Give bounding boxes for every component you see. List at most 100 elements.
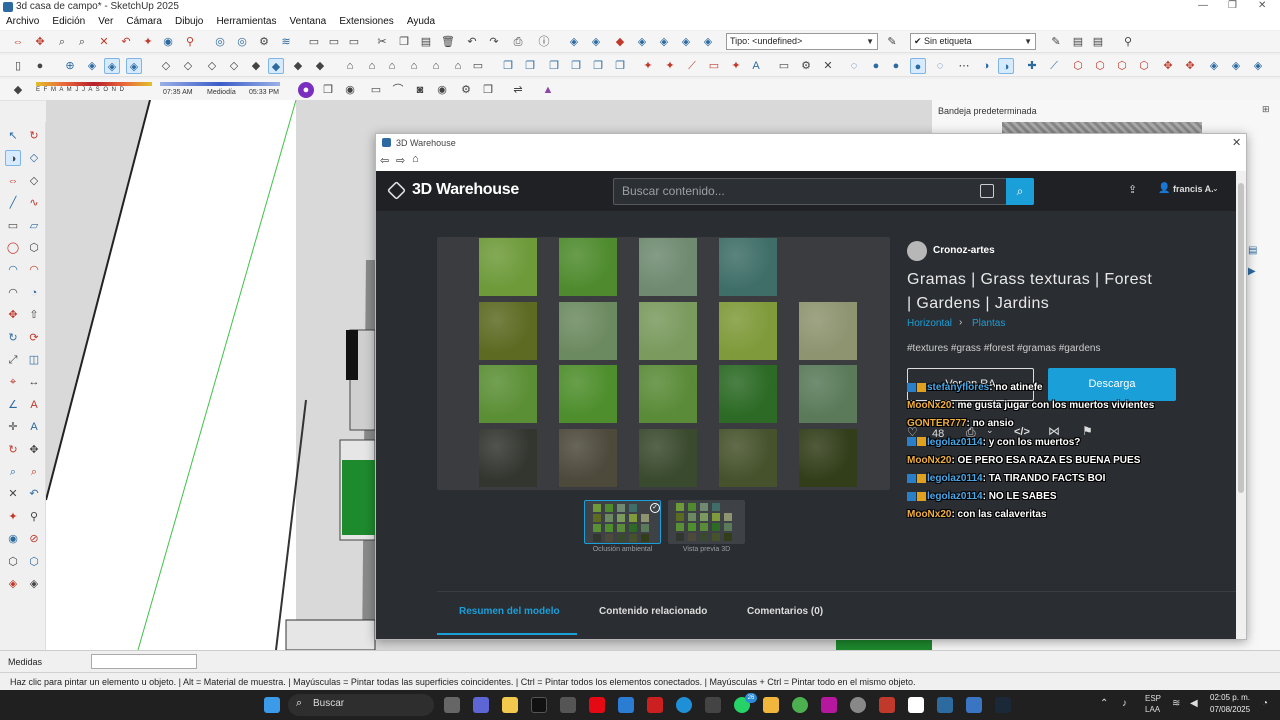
hex-6-icon[interactable]: ✥ [1182,58,1198,74]
circle-icon[interactable]: ◯ [5,240,21,256]
tray-pin-icon[interactable]: ⊞ [1262,104,1270,115]
sketchup-taskbar-icon[interactable] [937,697,953,713]
menu-ventana[interactable]: Ventana [290,14,327,30]
menu-ver[interactable]: Ver [98,14,113,30]
drop-1-icon[interactable]: ◌ [846,58,862,74]
record-icon[interactable]: ◉ [342,82,358,98]
back-icon[interactable]: ⇦ [380,154,389,167]
cam-2-icon[interactable]: ⌒ [390,82,406,98]
zoom-extents-icon[interactable]: ✕ [5,486,21,502]
iso-view-icon[interactable]: ⊕ [62,58,78,74]
undo-icon[interactable]: ↶ [464,34,480,50]
acrobat-icon[interactable] [879,697,895,713]
style5-icon[interactable]: ◈ [656,34,672,50]
vertex-icon[interactable]: ⟋ [1046,58,1062,74]
copy-icon[interactable]: ❐ [396,34,412,50]
paste-icon[interactable]: ▤ [418,34,434,50]
wireframe-icon[interactable]: ◇ [204,58,220,74]
app-icon-4[interactable] [821,697,837,713]
ext-4-icon[interactable]: ▭ [706,58,722,74]
house-3-icon[interactable]: ⌂ [384,58,400,74]
look-around-icon[interactable]: ◉ [160,34,176,50]
netflix-icon[interactable] [589,697,605,713]
cam-3-icon[interactable]: ◙ [412,82,428,98]
files-icon[interactable] [502,697,518,713]
hex-2-icon[interactable]: ⬡ [1092,58,1108,74]
zoom-icon[interactable]: ⌕ [5,464,21,480]
volume-icon[interactable]: ◀ [1190,698,1198,709]
move-icon[interactable]: ✥ [5,307,21,323]
time-slider[interactable] [160,82,280,86]
rect-icon[interactable]: ▭ [5,218,21,234]
author-name[interactable]: Cronoz-artes [933,245,995,256]
profile-icon[interactable]: ● [298,82,314,98]
house-6-icon[interactable]: ⌂ [450,58,466,74]
menu-herramientas[interactable]: Herramientas [216,14,276,30]
menu-dibujo[interactable]: Dibujo [175,14,203,30]
sandbox3-icon[interactable]: ◈ [5,576,21,592]
scale-icon[interactable]: ⤢ [5,352,21,368]
solid-5-icon[interactable]: ❐ [590,58,606,74]
zoom-window-icon[interactable]: ⌕ [74,34,90,50]
close-icon[interactable]: ✕ [1232,136,1241,149]
wifi-icon[interactable]: ≋ [1172,698,1180,709]
solid-6-icon[interactable]: ❐ [612,58,628,74]
redo-icon[interactable]: ↷ [486,34,502,50]
axes-icon[interactable]: ✛ [5,419,21,435]
right-view-icon[interactable]: ◈ [126,58,142,74]
shaded-icon[interactable]: ◆ [248,58,264,74]
erase-icon[interactable]: ◇ [26,150,42,166]
app-icon-3[interactable] [705,697,721,713]
section-icon[interactable]: ◆ [312,58,328,74]
terrain-1-icon[interactable]: ◈ [1206,58,1222,74]
model-preview[interactable] [437,237,890,490]
cross-icon[interactable]: ✕ [820,58,836,74]
style6-icon[interactable]: ◈ [678,34,694,50]
select-icon[interactable]: ↖ [5,128,21,144]
taskbar-search[interactable]: ⌕ Buscar [288,694,434,716]
warehouse-scrollbar[interactable] [1236,171,1246,639]
menu-ayuda[interactable]: Ayuda [407,14,435,30]
sandbox-icon[interactable]: ≋ [278,34,294,50]
cam-4-icon[interactable]: ◉ [434,82,450,98]
text-icon[interactable]: A [748,58,764,74]
measurements-input[interactable] [91,654,197,669]
zoom-window-icon[interactable]: ⌕ [26,464,42,480]
cam-5-icon[interactable]: ⚙ [458,82,474,98]
tipo-select[interactable]: Tipo: <undefined> ▼ [726,33,878,50]
box-icon[interactable]: ❒ [320,82,336,98]
follow-me-icon[interactable]: ⟳ [26,330,42,346]
tray-side-icon-2[interactable]: ▶ [1248,266,1256,277]
location-icon[interactable]: ⚲ [1120,34,1136,50]
top-view-icon[interactable]: ◈ [84,58,100,74]
walk-icon[interactable]: ⚲ [26,509,42,525]
style7-icon[interactable]: ◈ [700,34,716,50]
line-icon[interactable]: ╱ [5,195,21,211]
house-7-icon[interactable]: ▭ [470,58,486,74]
text-icon[interactable]: A [26,397,42,413]
photo-match-icon[interactable]: ◎ [234,34,250,50]
house-2-icon[interactable]: ⌂ [364,58,380,74]
terrain-3-icon[interactable]: ◈ [1250,58,1266,74]
pie-icon[interactable]: ◔ [26,285,42,301]
lang-label-2[interactable]: LAA [1145,705,1160,714]
walk-icon[interactable]: ⚲ [182,34,198,50]
thumb-3d-preview[interactable] [668,500,745,544]
tag-tool-icon[interactable]: ✎ [1048,34,1064,50]
drop-3-icon[interactable]: ● [888,58,904,74]
front-view-icon[interactable]: ◈ [104,58,120,74]
search-input[interactable]: Buscar contenido... [613,178,1034,205]
home-icon[interactable]: ⌂ [412,153,419,165]
paint-icon[interactable]: ◑ [5,150,21,167]
menu-camara[interactable]: Cámara [126,14,162,30]
author-avatar[interactable] [907,241,927,261]
arc-icon[interactable]: ◠ [5,262,21,278]
ext-2-icon[interactable]: ✦ [662,58,678,74]
app-icon-2[interactable] [647,697,663,713]
backedges-icon[interactable]: ◇ [180,58,196,74]
app-icon-1[interactable] [560,697,576,713]
terrain-2-icon[interactable]: ◈ [1228,58,1244,74]
tiktok-icon[interactable] [531,697,547,713]
breadcrumb-plantas[interactable]: Plantas [972,318,1005,329]
lang-label[interactable]: ESP [1145,694,1161,703]
